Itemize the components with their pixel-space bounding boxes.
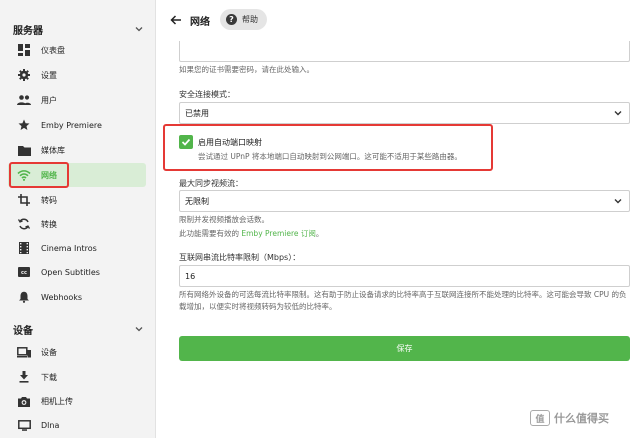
help-button[interactable]: ? 帮助: [220, 9, 267, 30]
sidebar-item-cinema-intros[interactable]: Cinema Intros: [8, 236, 146, 260]
convert-icon: [17, 217, 31, 231]
sidebar-item-label: 转码: [41, 195, 57, 205]
section-header-server[interactable]: 服务器: [13, 22, 145, 37]
secure-mode-value: 已禁用: [185, 108, 209, 118]
sidebar-item-label: Open Subtitles: [41, 267, 100, 277]
sidebar-item-settings[interactable]: 设置: [8, 63, 146, 87]
certificate-password-input[interactable]: [179, 41, 630, 62]
bitrate-limit-value: 16: [185, 271, 196, 281]
watermark-text: 什么值得买: [554, 412, 609, 425]
sidebar-item-label: 仪表盘: [41, 45, 65, 55]
sidebar-item-dashboard[interactable]: 仪表盘: [8, 38, 146, 62]
save-button[interactable]: 保存: [179, 336, 630, 361]
premiere-requirement-help: 此功能需要有效的 Emby Premiere 订阅。: [179, 228, 323, 239]
sidebar-item-label: 下载: [41, 372, 57, 382]
sidebar-item-label: 设置: [41, 70, 57, 80]
users-icon: [17, 93, 31, 107]
sidebar-item-label: 媒体库: [41, 145, 65, 155]
camera-icon: [17, 394, 31, 408]
emby-premiere-link[interactable]: Emby Premiere 订阅: [241, 229, 315, 238]
highlight-box-network: [9, 162, 69, 188]
bell-icon: [17, 290, 31, 304]
bitrate-limit-help: 所有网络外设备的可选每流比特率限制。这有助于防止设备请求的比特率高于互联网连接所…: [179, 290, 627, 311]
bitrate-limit-label: 互联网串流比特率限制（Mbps）：: [179, 253, 301, 262]
sidebar-item-label: 相机上传: [41, 396, 73, 406]
max-streams-help: 限制并发视频播放会话数。: [179, 215, 269, 224]
arrow-left-icon: [170, 15, 181, 25]
sidebar-item-webhooks[interactable]: Webhooks: [8, 285, 146, 309]
sidebar-item-downloads[interactable]: 下载: [8, 365, 146, 389]
sidebar-item-label: Webhooks: [41, 292, 83, 302]
sidebar-item-open-subtitles[interactable]: cc Open Subtitles: [8, 260, 146, 284]
film-icon: [17, 241, 31, 255]
gear-icon: [17, 68, 31, 82]
dashboard-icon: [17, 43, 31, 57]
sidebar-item-dlna[interactable]: Dlna: [8, 413, 146, 437]
svg-text:cc: cc: [21, 270, 27, 276]
premiere-requirement-prefix: 此功能需要有效的: [179, 229, 242, 238]
section-title-devices: 设备: [13, 325, 33, 337]
back-button[interactable]: [169, 12, 183, 28]
sidebar-item-transcode[interactable]: 转码: [8, 188, 146, 212]
watermark: 值 什么值得买: [530, 410, 609, 426]
sidebar-item-label: 用户: [41, 95, 57, 105]
star-icon: [17, 118, 31, 132]
sidebar-item-camera-upload[interactable]: 相机上传: [8, 389, 146, 413]
premiere-requirement-suffix: 。: [315, 229, 324, 238]
secure-mode-label: 安全连接模式：: [179, 90, 235, 99]
folder-icon: [17, 143, 31, 157]
transcode-icon: [17, 193, 31, 207]
sidebar-item-label: Emby Premiere: [41, 120, 102, 130]
sidebar-item-users[interactable]: 用户: [8, 88, 146, 112]
section-title-server: 服务器: [13, 25, 43, 37]
sidebar-item-label: Cinema Intros: [41, 243, 97, 253]
max-streams-label: 最大同步视频流：: [179, 179, 243, 188]
sidebar-item-label: 设备: [41, 347, 57, 357]
chevron-down-icon: [614, 199, 622, 204]
dlna-icon: [17, 418, 31, 432]
secure-mode-select[interactable]: 已禁用: [179, 102, 630, 124]
max-streams-value: 无限制: [185, 196, 209, 206]
subtitles-icon: cc: [17, 265, 31, 279]
devices-icon: [17, 345, 31, 359]
download-icon: [17, 370, 31, 384]
sidebar-item-library[interactable]: 媒体库: [8, 138, 146, 162]
help-icon: ?: [226, 14, 237, 25]
sidebar-item-label: 转换: [41, 219, 57, 229]
sidebar-item-emby-premiere[interactable]: Emby Premiere: [8, 113, 146, 137]
sidebar-item-devices[interactable]: 设备: [8, 340, 146, 364]
chevron-down-icon: [614, 111, 622, 116]
chevron-up-icon[interactable]: [133, 23, 145, 35]
max-streams-select[interactable]: 无限制: [179, 190, 630, 212]
sidebar-item-convert[interactable]: 转换: [8, 212, 146, 236]
sidebar-item-label: Dlna: [41, 420, 60, 430]
sidebar: 服务器 仪表盘 设置 用户 Emby Premiere 媒体库 网络 转码 转换…: [0, 0, 156, 438]
section-header-devices[interactable]: 设备: [13, 322, 145, 337]
watermark-logo: 值: [530, 410, 550, 426]
certificate-password-help: 如果您的证书需要密码，请在此处输入。: [179, 65, 314, 74]
chevron-up-icon[interactable]: [133, 323, 145, 335]
help-button-label: 帮助: [242, 15, 258, 24]
highlight-box-upnp: [163, 124, 493, 171]
bitrate-limit-input[interactable]: 16: [179, 265, 630, 287]
page-title: 网络: [190, 17, 210, 28]
